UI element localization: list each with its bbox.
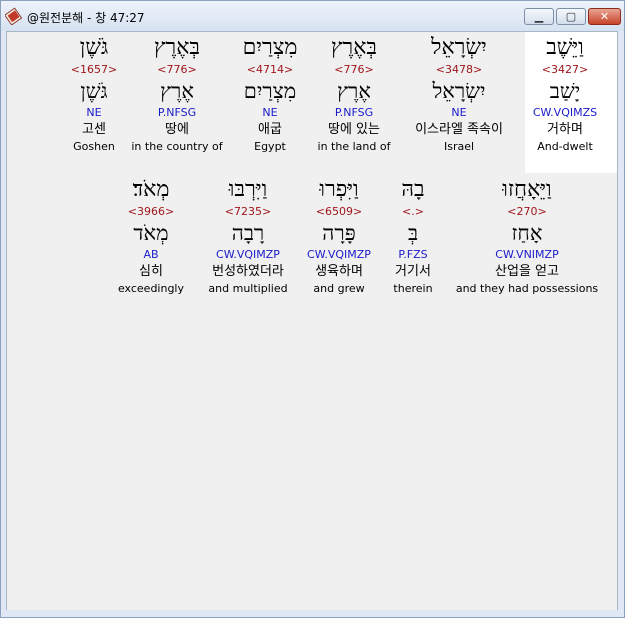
strong-number: <270>: [507, 205, 547, 218]
strong-number: <4714>: [246, 63, 294, 76]
word-column[interactable]: וַיִּפְרוּ <6509> פָּרָה CW.VQIMZP 생육하며 and g…: [299, 176, 379, 300]
parsing-code: P.NFSG: [157, 106, 197, 119]
hebrew-word: מִצְרַיִם: [242, 35, 298, 60]
english-gloss: Egypt: [254, 140, 286, 153]
parsing-code: CW.VQIMZP: [307, 248, 371, 261]
korean-gloss: 이스라엘 족속이: [415, 122, 503, 137]
korean-gloss: 번성하였더라: [212, 264, 284, 279]
hebrew-lemma: מִצְרַיִם: [243, 79, 297, 103]
word-column[interactable]: מְאֹד׃ <3966> מְאֹד AB 심히 exceedingly: [114, 176, 188, 300]
word-column[interactable]: בְּאֶרֶץ <776> אֶרֶץ P.NFSG 땅에 in the country…: [127, 34, 227, 158]
english-gloss: Israel: [443, 140, 475, 153]
korean-gloss: 생육하며: [315, 264, 363, 279]
english-gloss: in the land of: [317, 140, 391, 153]
strong-number: <7235>: [224, 205, 272, 218]
hebrew-word: יִשְׂרָאֵל: [431, 35, 487, 60]
window-title: @원전분해 - 창 47:27: [27, 11, 145, 25]
english-gloss: therein: [393, 282, 433, 295]
strong-number: <776>: [334, 63, 374, 76]
strong-number: <3427>: [541, 63, 589, 76]
close-button[interactable]: ✕: [588, 8, 621, 25]
korean-gloss: 땅에 있는: [328, 122, 380, 137]
english-gloss: And-dwelt: [537, 140, 593, 153]
strong-number: <776>: [157, 63, 197, 76]
hebrew-lemma: בְּ: [407, 221, 419, 245]
parsing-code: NE: [451, 106, 467, 119]
app-window: @원전분해 - 창 47:27 ▁ ▢ ✕ וַיֵּשֶׁב <3427> יָש…: [0, 0, 625, 618]
korean-gloss: 산업을 얻고: [495, 264, 559, 279]
english-gloss: exceedingly: [117, 282, 185, 295]
app-book-icon: [5, 7, 23, 25]
english-gloss: and they had possessions: [455, 282, 599, 295]
interlinear-panel[interactable]: וַיֵּשֶׁב <3427> יָשַׁב CW.VQIMZS 거하며 And-dwe…: [6, 31, 618, 611]
hebrew-word: בְּאֶרֶץ: [330, 35, 378, 60]
word-column[interactable]: מִצְרַיִם <4714> מִצְרַיִם NE 애굽 Egypt: [235, 34, 305, 158]
korean-gloss: 심히: [139, 264, 163, 279]
english-gloss: Goshen: [73, 140, 115, 153]
korean-gloss: 거기서: [395, 264, 431, 279]
english-gloss: and grew: [313, 282, 365, 295]
hebrew-lemma: יָשַׁב: [549, 79, 581, 103]
minimize-icon: ▁: [534, 10, 544, 23]
strong-number: <.>: [402, 205, 424, 218]
hebrew-word: וַיִּפְרוּ: [319, 177, 359, 202]
hebrew-lemma: אֶרֶץ: [337, 79, 371, 103]
hebrew-word: גֹּשֶׁן: [79, 35, 109, 60]
word-column[interactable]: וַיִּרְבּוּ <7235> רָבָה CW.VQIMZP 번성하였더라 and…: [200, 176, 296, 300]
parsing-code: P.NFSG: [334, 106, 374, 119]
title-bar[interactable]: @원전분해 - 창 47:27 ▁ ▢ ✕: [1, 1, 624, 31]
word-column[interactable]: וַיֵּאָחֲזוּ <270> אָחַז CW.VNIMZP 산업을 얻고 and…: [447, 176, 607, 300]
hebrew-word: וַיֵּאָחֲזוּ: [502, 177, 552, 202]
hebrew-word: וַיִּרְבּוּ: [228, 177, 268, 202]
hebrew-lemma: גֹּשֶׁן: [80, 79, 108, 103]
word-column[interactable]: בְּאֶרֶץ <776> אֶרֶץ P.NFSG 땅에 있는 in the land…: [310, 34, 398, 158]
parsing-code: AB: [143, 248, 159, 261]
window-bottom-border: [1, 610, 624, 617]
korean-gloss: 애굽: [258, 122, 282, 137]
parsing-code: NE: [262, 106, 278, 119]
hebrew-word: וַיֵּשֶׁב: [546, 35, 584, 60]
hebrew-word: בְּאֶרֶץ: [153, 35, 201, 60]
strong-number: <1657>: [70, 63, 118, 76]
hebrew-lemma: פָּרָה: [322, 221, 356, 245]
word-column[interactable]: בָהּ <.> בְּ P.FZS 거기서 therein: [385, 176, 441, 300]
korean-gloss: 고센: [82, 122, 106, 137]
word-column[interactable]: גֹּשֶׁן <1657> גֹּשֶׁן NE 고센 Goshen: [68, 34, 120, 158]
maximize-button[interactable]: ▢: [556, 8, 586, 25]
english-gloss: in the country of: [131, 140, 223, 153]
parsing-code: P.FZS: [398, 248, 428, 261]
hebrew-lemma: רָבָה: [231, 221, 265, 245]
hebrew-lemma: אֶרֶץ: [160, 79, 194, 103]
word-column[interactable]: וַיֵּשֶׁב <3427> יָשַׁב CW.VQIMZS 거하며 And-dwe…: [519, 34, 611, 158]
hebrew-word: מְאֹד׃: [132, 177, 170, 202]
strong-number: <3966>: [127, 205, 175, 218]
strong-number: <3478>: [435, 63, 483, 76]
maximize-icon: ▢: [565, 10, 577, 23]
parsing-code: CW.VQIMZP: [216, 248, 280, 261]
parsing-code: NE: [86, 106, 102, 119]
hebrew-lemma: מְאֹד: [133, 221, 169, 245]
minimize-button[interactable]: ▁: [524, 8, 554, 25]
parsing-code: CW.VQIMZS: [532, 106, 598, 119]
parsing-code: CW.VNIMZP: [495, 248, 559, 261]
word-column[interactable]: יִשְׂרָאֵל <3478> יִשְׂרָאֵל NE 이스라엘 족속이 Isra…: [394, 34, 524, 158]
strong-number: <6509>: [315, 205, 363, 218]
hebrew-lemma: אָחַז: [511, 221, 543, 245]
close-icon: ✕: [599, 10, 610, 23]
korean-gloss: 땅에: [165, 122, 189, 137]
english-gloss: and multiplied: [208, 282, 288, 295]
hebrew-word: בָהּ: [401, 177, 425, 202]
hebrew-lemma: יִשְׂרָאֵל: [432, 79, 486, 103]
korean-gloss: 거하며: [547, 122, 583, 137]
